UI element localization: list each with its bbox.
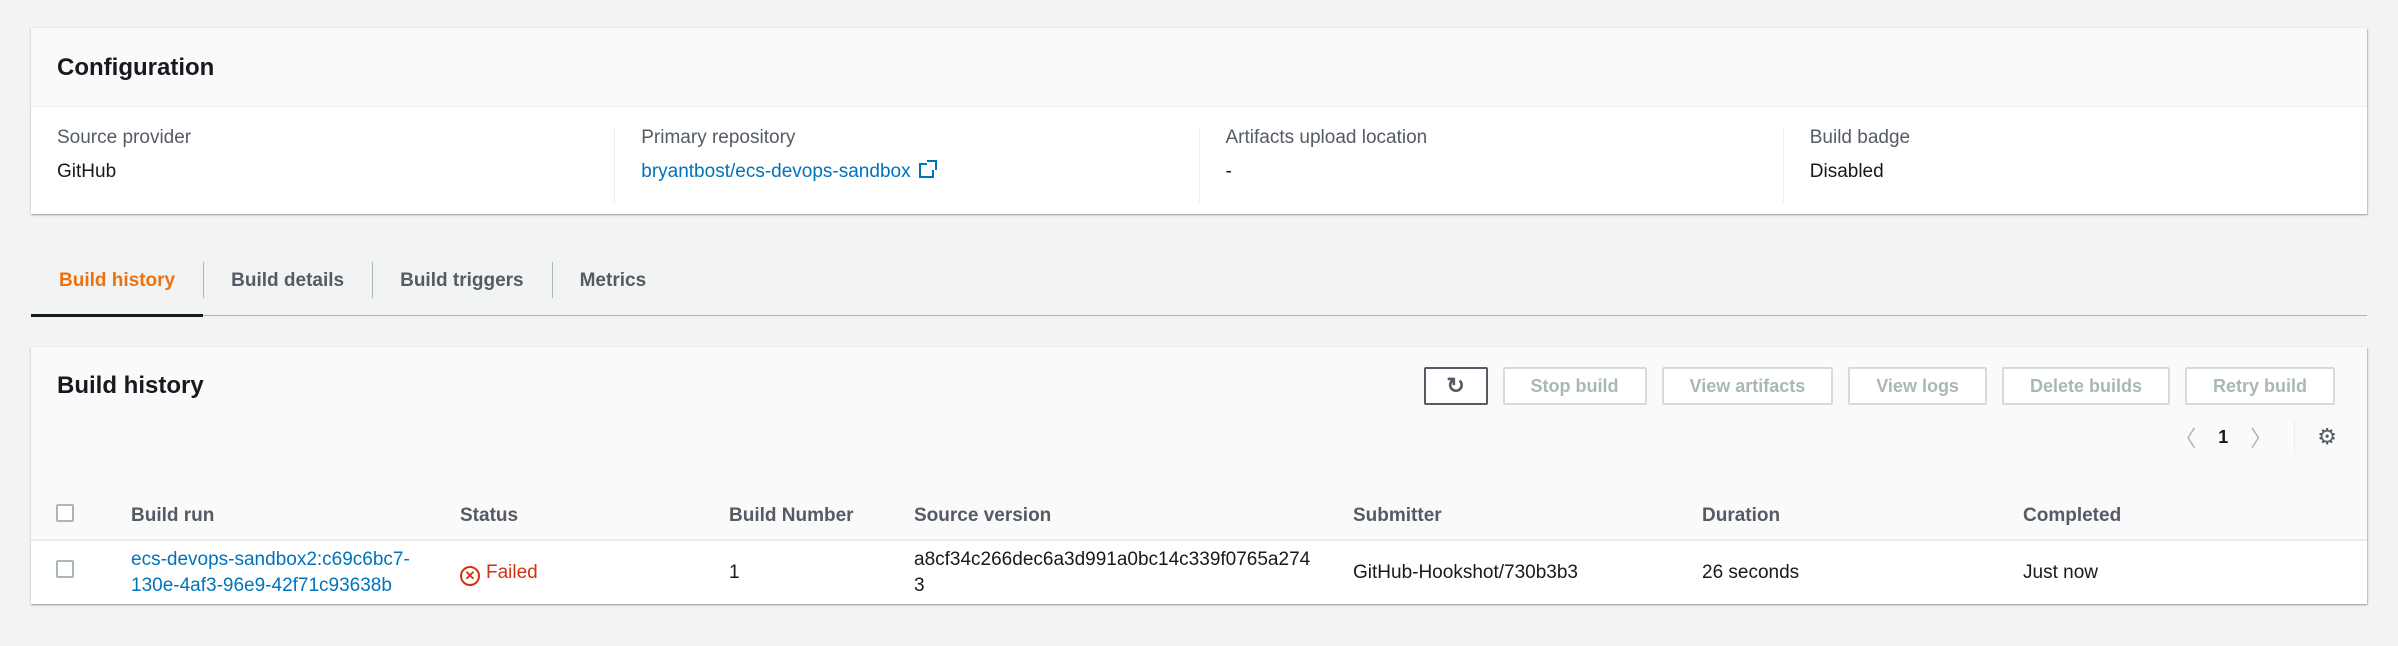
- source-provider: Source provider GitHub: [31, 127, 614, 203]
- refresh-icon: ↻: [1446, 373, 1465, 398]
- chevron-right-icon[interactable]: 〉: [2250, 421, 2272, 453]
- chevron-left-icon[interactable]: 〈: [2174, 421, 2196, 453]
- column-header[interactable]: Submitter: [1353, 493, 1702, 541]
- field-value: GitHub: [57, 161, 117, 182]
- build-run-link[interactable]: ecs-devops-sandbox2:c69c6bc7-130e-4af3-9…: [131, 547, 411, 599]
- field-label: Build badge: [1809, 127, 1911, 148]
- build-number: 1: [729, 540, 914, 604]
- external-link-icon: [918, 160, 937, 178]
- field-label: Artifacts upload location: [1225, 127, 1428, 148]
- table-row: ecs-devops-sandbox2:c69c6bc7-130e-4af3-9…: [31, 540, 2367, 604]
- status-badge: Failed: [486, 561, 538, 583]
- field-label: Source provider: [57, 127, 192, 148]
- build-history-panel: Build history ↻ Stop build View artifact…: [31, 347, 2367, 604]
- stop-build-button[interactable]: Stop build: [1502, 367, 1647, 405]
- field-value: -: [1225, 161, 1232, 182]
- column-header[interactable]: Duration: [1702, 493, 2023, 541]
- column-header[interactable]: Status: [460, 493, 729, 541]
- view-artifacts-button[interactable]: View artifacts: [1661, 367, 1834, 405]
- duration: 26 seconds: [1702, 540, 2023, 604]
- delete-builds-button[interactable]: Delete builds: [2001, 367, 2170, 405]
- configuration-title: Configuration: [31, 28, 2367, 107]
- column-header[interactable]: Build Number: [729, 493, 914, 541]
- build-history-title: Build history: [57, 372, 204, 399]
- tab-build-history[interactable]: Build history: [31, 260, 204, 317]
- build-badge: Build badge Disabled: [1782, 127, 2367, 203]
- pagination: 〈 1 〉 ⚙: [2174, 419, 2337, 455]
- primary-repository: Primary repository bryantbost/ecs-devops-…: [614, 127, 1198, 203]
- column-header[interactable]: Build run: [131, 493, 460, 541]
- completed: Just now: [2023, 540, 2367, 604]
- tab-build-triggers[interactable]: Build triggers: [372, 260, 552, 316]
- field-label: Primary repository: [641, 127, 796, 148]
- artifacts-location: Artifacts upload location -: [1198, 127, 1783, 203]
- tab-metrics[interactable]: Metrics: [551, 260, 675, 316]
- column-header[interactable]: Source version: [914, 493, 1353, 541]
- row-checkbox[interactable]: [56, 559, 74, 578]
- configuration-panel: Configuration Source provider GitHub Prim…: [31, 28, 2367, 214]
- retry-build-button[interactable]: Retry build: [2184, 367, 2335, 405]
- field-value: Disabled: [1809, 161, 1884, 182]
- source-version: a8cf34c266dec6a3d991a0bc14c339f0765a2743: [914, 548, 1311, 596]
- submitter: GitHub-Hookshot/730b3b3: [1353, 540, 1702, 604]
- gear-icon[interactable]: ⚙: [2317, 424, 2337, 450]
- repository-link[interactable]: bryantbost/ecs-devops-sandbox: [641, 161, 910, 182]
- page-number[interactable]: 1: [2218, 427, 2228, 448]
- table-header: Build run Status Build Number Source ver…: [31, 493, 2367, 541]
- divider: [2294, 419, 2296, 455]
- select-all-checkbox[interactable]: [56, 504, 74, 522]
- column-header[interactable]: Completed: [2023, 493, 2367, 541]
- tab-bar: Build history Build details Build trigge…: [31, 260, 2367, 317]
- error-icon: ✕: [460, 565, 480, 586]
- tab-build-details[interactable]: Build details: [203, 260, 372, 316]
- view-logs-button[interactable]: View logs: [1848, 367, 1987, 405]
- refresh-button[interactable]: ↻: [1423, 367, 1488, 405]
- build-history-table: Build run Status Build Number Source ver…: [31, 493, 2367, 604]
